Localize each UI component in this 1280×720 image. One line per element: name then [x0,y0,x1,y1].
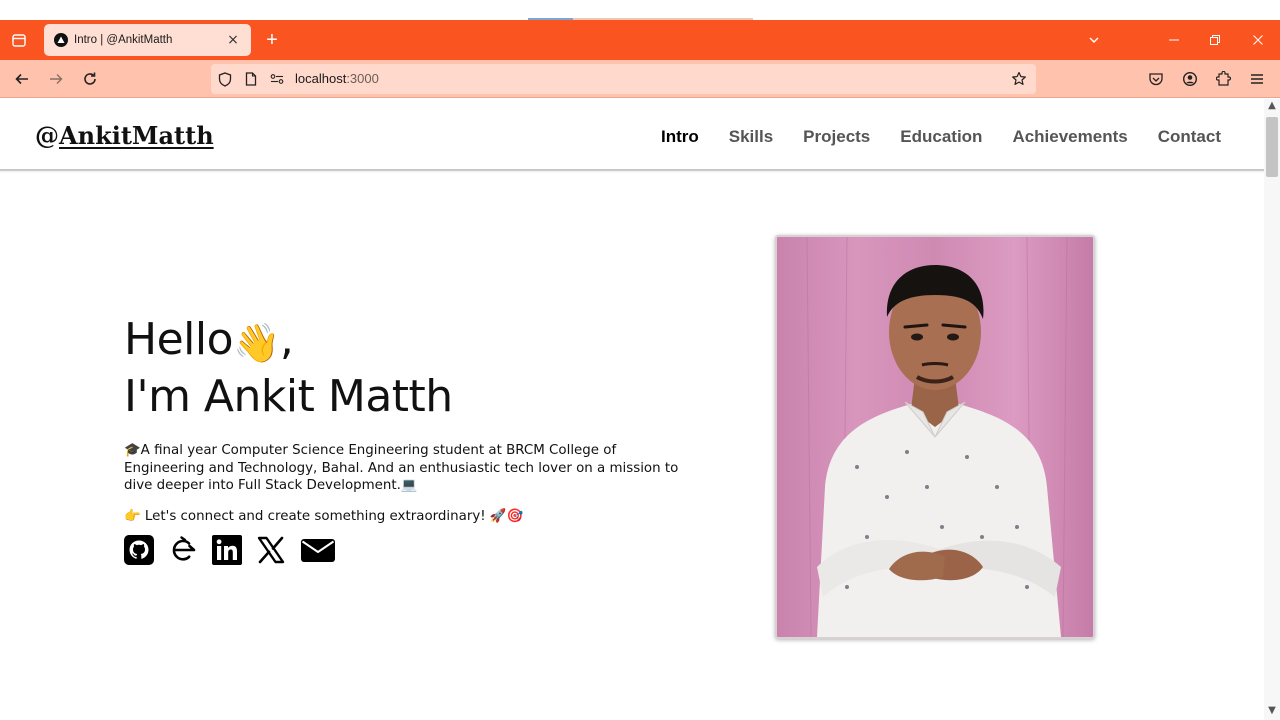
cta-text: 👉 Let's connect and create something ext… [124,508,524,524]
name-heading: I'm Ankit Matth [124,371,453,422]
tracking-shield-icon[interactable] [217,71,233,87]
greeting-text: Hello [124,314,234,365]
hero-heading: Hello👋, I'm Ankit Matth [124,313,684,424]
waving-hand-icon: 👋 [233,321,280,365]
window-top-strip [0,0,1280,20]
bio-text: 🎓A final year Computer Science Engineeri… [124,443,679,493]
url-port: :3000 [346,71,379,86]
bookmark-star-icon[interactable] [1011,71,1027,87]
url-text[interactable]: localhost:3000 [295,71,379,86]
email-icon[interactable] [300,534,336,566]
forward-arrow-icon[interactable] [44,67,68,91]
minimize-button[interactable] [1162,28,1186,52]
logo-prefix: @ [35,121,59,150]
site-favicon-icon [54,33,68,47]
x-icon[interactable] [256,534,286,566]
restore-button[interactable] [1203,28,1227,52]
site-header: @AnkitMatth Intro Skills Projects Educat… [0,99,1264,171]
nav-link-intro[interactable]: Intro [661,127,699,147]
nav-link-contact[interactable]: Contact [1158,127,1221,147]
account-icon[interactable] [1178,67,1202,91]
reload-icon[interactable] [78,67,102,91]
logo-name: AnkitMatth [59,121,214,150]
github-icon[interactable] [124,534,154,566]
hero-section: Hello👋, I'm Ankit Matth 🎓A final year Co… [124,313,684,566]
tab-close-button[interactable]: × [225,32,241,48]
new-tab-button[interactable]: + [260,28,284,52]
page-info-icon[interactable] [243,71,259,87]
tab-bar: Intro | @AnkitMatth × + [0,20,1280,60]
scrollbar-thumb[interactable] [1266,117,1278,177]
url-host: localhost [295,71,347,86]
page-scrollbar[interactable]: ▲ ▼ [1264,99,1280,720]
social-links [124,534,684,566]
nav-link-achievements[interactable]: Achievements [1012,127,1127,147]
linkedin-icon[interactable] [212,534,242,566]
tab-intro[interactable]: Intro | @AnkitMatth × [44,24,251,56]
page-viewport: @AnkitMatth Intro Skills Projects Educat… [0,99,1264,720]
extensions-icon[interactable] [1212,67,1236,91]
profile-photo-illustration [777,237,1093,637]
scroll-down-arrow-icon[interactable]: ▼ [1264,704,1280,718]
scroll-up-arrow-icon[interactable]: ▲ [1264,99,1280,113]
tab-title: Intro | @AnkitMatth [74,34,173,46]
pocket-icon[interactable] [1144,67,1168,91]
back-arrow-icon[interactable] [10,67,34,91]
site-logo[interactable]: @AnkitMatth [35,121,214,150]
navigation-bar: localhost:3000 [0,60,1280,98]
profile-photo [775,235,1095,639]
nav-link-skills[interactable]: Skills [729,127,773,147]
codechef-icon[interactable] [168,534,198,566]
close-window-button[interactable] [1246,28,1270,52]
nav-link-education[interactable]: Education [900,127,982,147]
menu-icon[interactable] [1245,67,1269,91]
greeting-comma: , [279,314,294,365]
permissions-icon[interactable] [269,71,285,87]
tab-list-icon[interactable] [6,28,32,52]
nav-link-projects[interactable]: Projects [803,127,870,147]
list-all-tabs-icon[interactable] [1082,28,1106,52]
site-nav: Intro Skills Projects Education Achievem… [661,127,1221,147]
address-bar[interactable]: localhost:3000 [211,64,1036,94]
